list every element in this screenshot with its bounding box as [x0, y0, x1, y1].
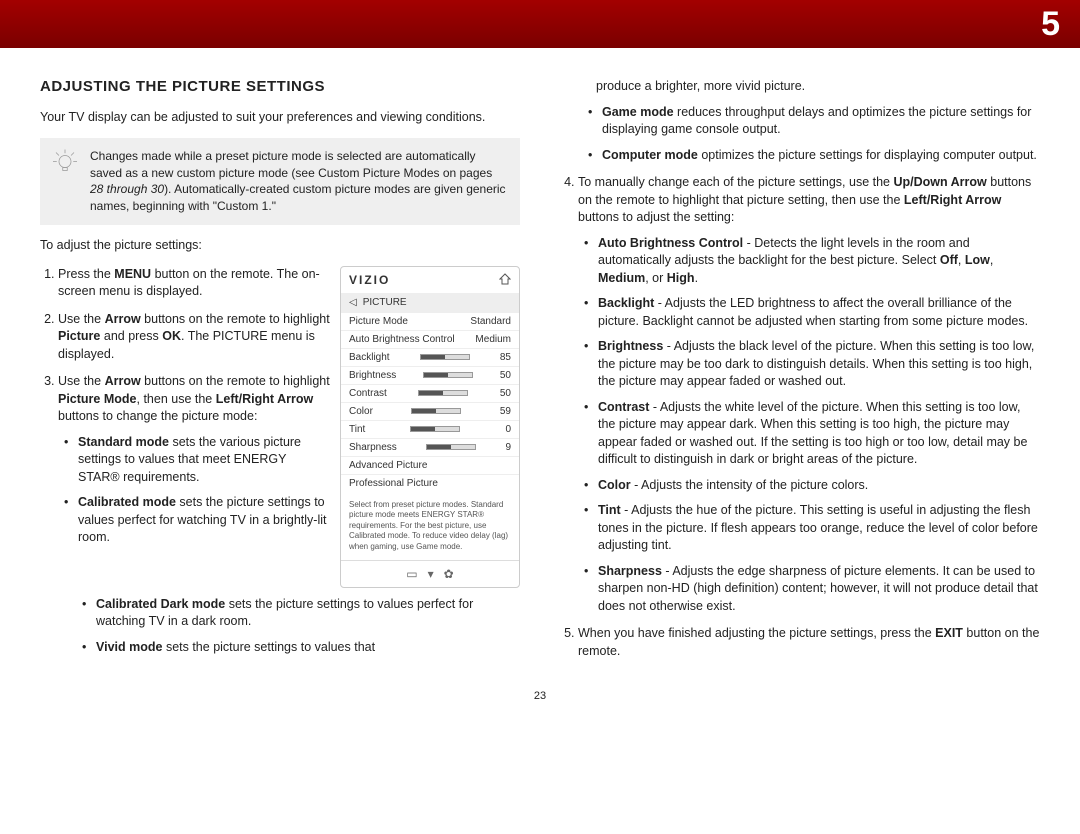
back-arrow-icon: ◁: [349, 297, 357, 308]
setting-abc: Auto Brightness Control - Detects the li…: [584, 235, 1040, 288]
row-brightness: Brightness50: [341, 366, 519, 384]
osd-panel: VIZIO ◁ PICTURE Picture ModeStandard Aut…: [340, 266, 520, 588]
chevron-down-icon: ▾: [428, 567, 434, 581]
row-abc: Auto Brightness ControlMedium: [341, 330, 519, 348]
row-professional: Professional Picture: [341, 474, 519, 492]
steps-list-continued: To manually change each of the picture s…: [560, 174, 1040, 660]
tip-text: Changes made while a preset picture mode…: [90, 148, 508, 215]
slider-icon: [410, 426, 460, 432]
steps-list: Press the MENU button on the remote. The…: [40, 266, 330, 547]
adjust-lead: To adjust the picture settings:: [40, 237, 520, 254]
row-contrast: Contrast50: [341, 384, 519, 402]
panel-section: ◁ PICTURE: [341, 293, 519, 312]
setting-tint: Tint - Adjusts the hue of the picture. T…: [584, 502, 1040, 555]
setting-backlight: Backlight - Adjusts the LED brightness t…: [584, 295, 1040, 330]
slider-icon: [418, 390, 468, 396]
page-body: ADJUSTING THE PICTURE SETTINGS Your TV d…: [0, 48, 1080, 680]
home-icon: [499, 273, 511, 285]
mode-calibrated: Calibrated mode sets the picture setting…: [64, 494, 330, 547]
left-column: ADJUSTING THE PICTURE SETTINGS Your TV d…: [40, 78, 520, 670]
row-picture-mode: Picture ModeStandard: [341, 312, 519, 330]
step-5: When you have finished adjusting the pic…: [578, 625, 1040, 660]
row-advanced: Advanced Picture: [341, 456, 519, 474]
chapter-header: 5: [0, 0, 1080, 48]
section-title: ADJUSTING THE PICTURE SETTINGS: [40, 78, 520, 95]
setting-color: Color - Adjusts the intensity of the pic…: [584, 477, 1040, 495]
intro-text: Your TV display can be adjusted to suit …: [40, 109, 520, 126]
lightbulb-icon: [50, 148, 80, 178]
panel-footer: ▭ ▾ ✿: [341, 560, 519, 587]
slider-icon: [411, 408, 461, 414]
mode-game: Game mode reduces throughput delays and …: [588, 104, 1040, 139]
step-4: To manually change each of the picture s…: [578, 174, 1040, 615]
setting-sharpness: Sharpness - Adjusts the edge sharpness o…: [584, 563, 1040, 616]
mode-calibrated-dark: Calibrated Dark mode sets the picture se…: [82, 596, 520, 631]
row-tint: Tint0: [341, 420, 519, 438]
mode-computer: Computer mode optimizes the picture sett…: [588, 147, 1040, 165]
mode-standard: Standard mode sets the various picture s…: [64, 434, 330, 487]
step-1: Press the MENU button on the remote. The…: [58, 266, 330, 301]
slider-icon: [420, 354, 470, 360]
step-3: Use the Arrow buttons on the remote to h…: [58, 373, 330, 547]
step-2: Use the Arrow buttons on the remote to h…: [58, 311, 330, 364]
right-column: produce a brighter, more vivid picture. …: [560, 78, 1040, 670]
slider-icon: [423, 372, 473, 378]
tip-box: Changes made while a preset picture mode…: [40, 138, 520, 225]
chapter-number: 5: [1041, 5, 1060, 44]
setting-brightness: Brightness - Adjusts the black level of …: [584, 338, 1040, 391]
vivid-continued: produce a brighter, more vivid picture.: [560, 78, 1040, 96]
mode-vivid: Vivid mode sets the picture settings to …: [82, 639, 520, 657]
gear-icon: ✿: [444, 567, 454, 581]
setting-contrast: Contrast - Adjusts the white level of th…: [584, 399, 1040, 469]
row-color: Color59: [341, 402, 519, 420]
row-sharpness: Sharpness9: [341, 438, 519, 456]
row-backlight: Backlight85: [341, 348, 519, 366]
panel-hint: Select from preset picture modes. Standa…: [341, 492, 519, 560]
page-number: 23: [0, 690, 1080, 702]
rect-icon: ▭: [406, 567, 417, 581]
panel-brand: VIZIO: [349, 273, 390, 287]
slider-icon: [426, 444, 476, 450]
